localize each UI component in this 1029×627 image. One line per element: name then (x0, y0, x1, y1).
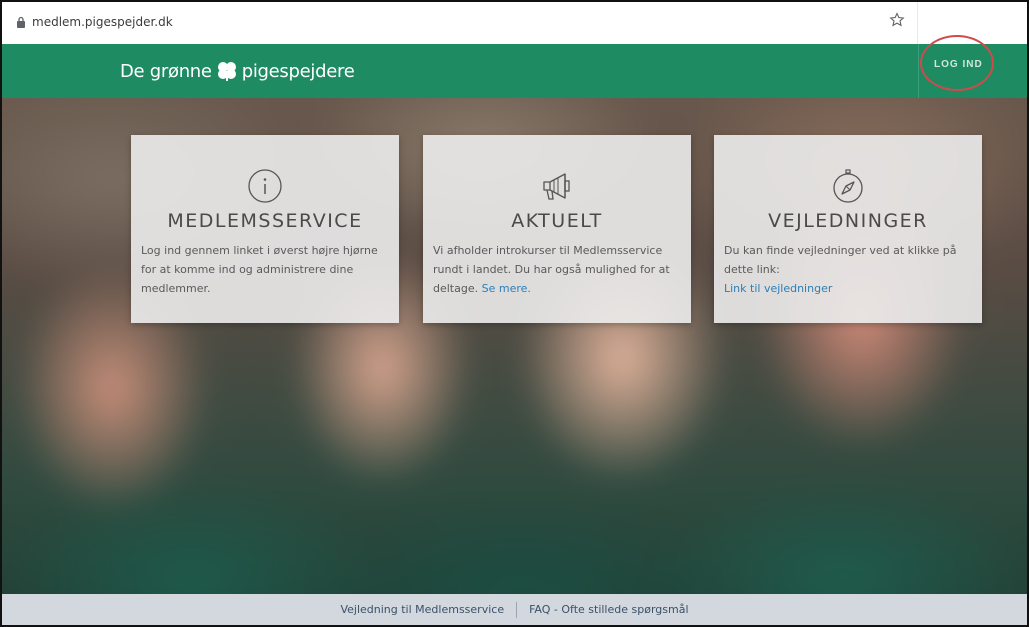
card-aktuelt: AKTUELT Vi afholder introkurser til Medl… (423, 135, 691, 323)
hero-section: MEDLEMSSERVICE Log ind gennem linket i ø… (2, 98, 1027, 594)
card-medlemsservice: MEDLEMSSERVICE Log ind gennem linket i ø… (131, 135, 399, 323)
address-divider (917, 2, 918, 44)
login-button[interactable]: LOG IND (934, 59, 983, 70)
site-header: De grønne pigespejdere LOG IND (2, 44, 1027, 98)
lock-icon (17, 16, 25, 28)
footer-link-faq[interactable]: FAQ - Ofte stillede spørgsmål (517, 603, 700, 616)
card-vejledninger: VEJLEDNINGER Du kan finde vejledninger v… (714, 135, 982, 323)
clover-icon (217, 62, 236, 81)
info-icon (248, 169, 282, 203)
card-title: AKTUELT (511, 210, 603, 232)
footer-link-vejledning[interactable]: Vejledning til Medlemsservice (328, 603, 516, 616)
megaphone-icon (543, 173, 570, 200)
logo-text-right: pigespejdere (241, 60, 355, 82)
card-title: MEDLEMSSERVICE (167, 210, 363, 232)
header-divider (918, 44, 919, 98)
compass-icon (833, 169, 863, 203)
address-bar[interactable]: medlem.pigespejder.dk (2, 2, 1027, 45)
card-body: Vi afholder introkurser til Medlemsservi… (433, 244, 670, 295)
url-text[interactable]: medlem.pigespejder.dk (32, 15, 173, 29)
card-text: Vi afholder introkurser til Medlemsservi… (433, 241, 681, 298)
site-footer: Vejledning til Medlemsservice FAQ - Ofte… (2, 594, 1027, 625)
card-title: VEJLEDNINGER (768, 210, 928, 232)
browser-window: medlem.pigespejder.dk De grønne pigespej… (0, 0, 1029, 627)
card-text: Log ind gennem linket i øverst højre hjø… (141, 241, 389, 298)
bookmark-star-icon[interactable] (889, 12, 905, 28)
logo-text-left: De grønne (120, 60, 212, 82)
se-mere-link[interactable]: Se mere. (482, 282, 531, 295)
card-body: Du kan finde vejledninger ved at klikke … (724, 244, 957, 276)
card-body: Log ind gennem linket i øverst højre hjø… (141, 244, 378, 295)
vejledninger-link[interactable]: Link til vejledninger (724, 282, 832, 295)
card-text: Du kan finde vejledninger ved at klikke … (724, 241, 972, 298)
site-logo[interactable]: De grønne pigespejdere (120, 60, 355, 82)
